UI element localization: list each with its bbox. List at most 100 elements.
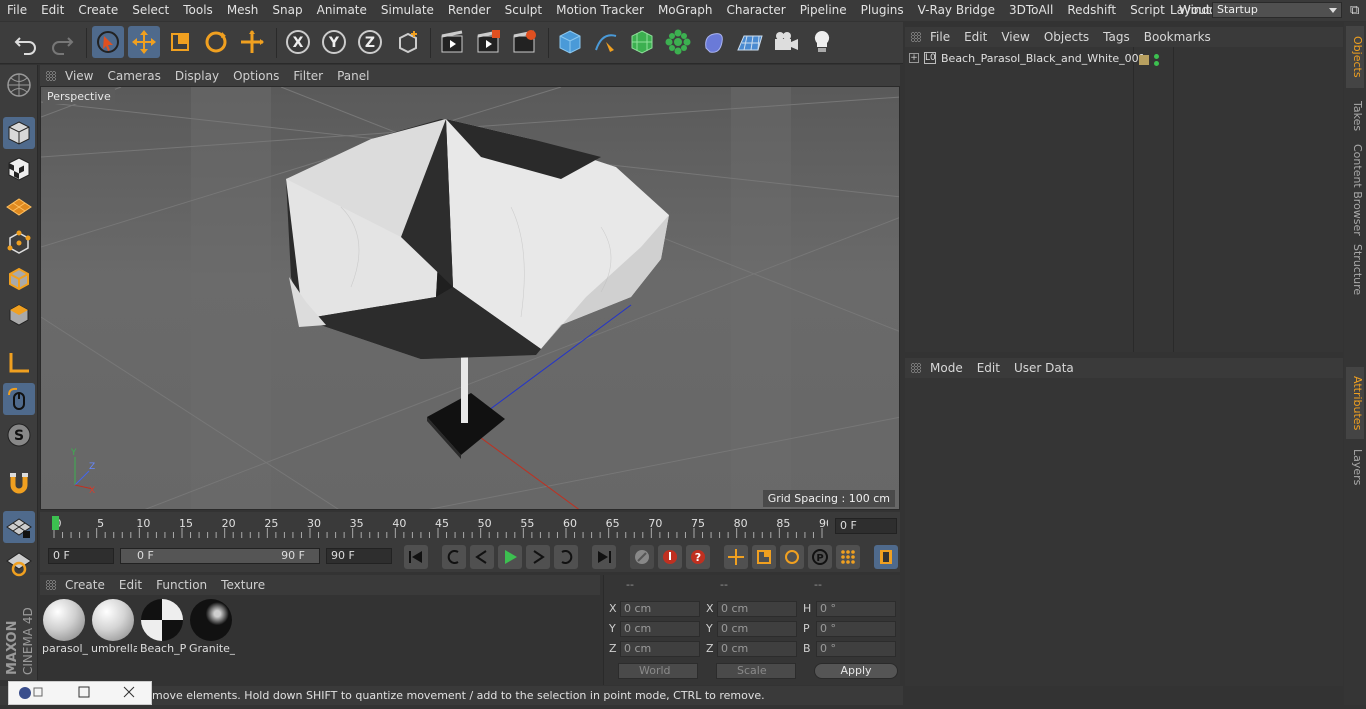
tab-objects[interactable]: Objects	[1346, 26, 1364, 88]
next-key-icon[interactable]	[554, 545, 578, 569]
tab-layers[interactable]: Layers	[1346, 442, 1364, 492]
menu-pipeline[interactable]: Pipeline	[793, 0, 854, 21]
coordinate-mode-dropdown[interactable]: World	[618, 663, 698, 679]
goto-start-icon[interactable]	[404, 545, 428, 569]
goto-end-icon[interactable]	[592, 545, 616, 569]
position-x-field[interactable]: 0 cm	[620, 601, 700, 617]
viewport-menu-view[interactable]: View	[58, 69, 100, 83]
panel-grip-icon[interactable]	[46, 580, 56, 590]
cube-icon[interactable]	[554, 26, 586, 58]
snap-icon[interactable]: S	[3, 419, 35, 451]
layout-select[interactable]: Startup	[1212, 2, 1342, 18]
grid-workplane-icon[interactable]	[3, 511, 35, 543]
floor-icon[interactable]	[734, 26, 766, 58]
model-mode-icon[interactable]	[3, 117, 35, 149]
menu-mesh[interactable]: Mesh	[220, 0, 266, 21]
workplane-mode-icon[interactable]	[3, 189, 35, 221]
object-menu-tags[interactable]: Tags	[1096, 30, 1137, 44]
pen-spline-icon[interactable]	[590, 26, 622, 58]
rotation-b-field[interactable]: 0 °	[816, 641, 896, 657]
record-disabled-icon[interactable]	[630, 545, 654, 569]
material-item[interactable]: Granite_	[189, 598, 235, 656]
material-item[interactable]: umbrella	[91, 598, 137, 656]
window-menu-icon[interactable]: ⧉	[1350, 3, 1359, 18]
apply-button[interactable]: Apply	[814, 663, 898, 679]
size-x-field[interactable]: 0 cm	[717, 601, 797, 617]
size-y-field[interactable]: 0 cm	[717, 621, 797, 637]
axis-mode-icon[interactable]	[3, 347, 35, 379]
viewport-menu-options[interactable]: Options	[226, 69, 286, 83]
camera-label[interactable]: Perspective	[43, 89, 115, 104]
size-mode-dropdown[interactable]: Scale	[716, 663, 796, 679]
points-mode-icon[interactable]	[3, 227, 35, 259]
attribute-menu-mode[interactable]: Mode	[923, 361, 970, 375]
tab-structure[interactable]: Structure	[1346, 240, 1364, 300]
render-visibility-icon[interactable]	[1154, 61, 1159, 66]
magnet-icon[interactable]	[3, 467, 35, 499]
key-parameter-icon[interactable]: P	[808, 545, 832, 569]
menu-script[interactable]: Script	[1123, 0, 1172, 21]
menu-edit[interactable]: Edit	[34, 0, 71, 21]
perspective-viewport[interactable]: Y Z X Perspective Grid Spacing : 100 cm	[40, 86, 900, 510]
start-frame-field[interactable]: 0 F	[48, 548, 114, 564]
previous-key-icon[interactable]	[442, 545, 466, 569]
z-axis-lock-icon[interactable]: Z	[354, 26, 386, 58]
tab-content-browser[interactable]: Content Browser	[1346, 144, 1364, 236]
material-item[interactable]: Beach_P	[140, 598, 186, 656]
subdivision-icon[interactable]	[626, 26, 658, 58]
viewport-menu-display[interactable]: Display	[168, 69, 226, 83]
panel-grip-icon[interactable]	[46, 70, 56, 81]
coordinate-system-icon[interactable]	[392, 26, 424, 58]
current-frame-field[interactable]: 0 F	[835, 518, 897, 534]
attribute-menu-user-data[interactable]: User Data	[1007, 361, 1081, 375]
transform-icon[interactable]	[236, 26, 268, 58]
menu-plugins[interactable]: Plugins	[854, 0, 911, 21]
menu-snap[interactable]: Snap	[265, 0, 309, 21]
layer-color-icon[interactable]	[1139, 55, 1149, 65]
end-frame-field[interactable]: 90 F	[326, 548, 392, 564]
object-menu-file[interactable]: File	[923, 30, 957, 44]
key-position-icon[interactable]	[724, 545, 748, 569]
rotate-icon[interactable]	[200, 26, 232, 58]
move-icon[interactable]	[128, 26, 160, 58]
object-menu-objects[interactable]: Objects	[1037, 30, 1096, 44]
rotation-h-field[interactable]: 0 °	[816, 601, 896, 617]
size-z-field[interactable]: 0 cm	[717, 641, 797, 657]
deformer-icon[interactable]	[698, 26, 730, 58]
menu-mograph[interactable]: MoGraph	[651, 0, 720, 21]
key-rotation-icon[interactable]	[780, 545, 804, 569]
material-menu-create[interactable]: Create	[58, 578, 112, 592]
menu-sculpt[interactable]: Sculpt	[498, 0, 549, 21]
texture-mode-icon[interactable]	[3, 153, 35, 185]
menu-animate[interactable]: Animate	[310, 0, 374, 21]
play-forward-icon[interactable]	[498, 545, 522, 569]
menu-create[interactable]: Create	[71, 0, 125, 21]
preview-range-slider[interactable]: 0 F 90 F	[120, 548, 320, 564]
tab-takes[interactable]: Takes	[1346, 92, 1364, 140]
redo-icon[interactable]	[46, 26, 78, 58]
menu-tools[interactable]: Tools	[176, 0, 220, 21]
undo-icon[interactable]	[10, 26, 42, 58]
tweak-mode-icon[interactable]	[3, 383, 35, 415]
key-scale-icon[interactable]	[752, 545, 776, 569]
object-row[interactable]: + L0 Beach_Parasol_Black_and_White_001	[905, 51, 1146, 69]
material-menu-function[interactable]: Function	[149, 578, 214, 592]
polygons-mode-icon[interactable]	[3, 299, 35, 331]
camera-icon[interactable]	[770, 26, 802, 58]
expand-icon[interactable]: +	[909, 53, 919, 63]
material-menu-texture[interactable]: Texture	[214, 578, 272, 592]
menu-motion-tracker[interactable]: Motion Tracker	[549, 0, 651, 21]
previous-frame-icon[interactable]	[470, 545, 494, 569]
position-z-field[interactable]: 0 cm	[620, 641, 700, 657]
keyframe-selection-icon[interactable]: ?	[686, 545, 710, 569]
timeline-window-icon[interactable]	[874, 545, 898, 569]
render-view-icon[interactable]	[436, 26, 468, 58]
autokey-icon[interactable]	[658, 545, 682, 569]
menu-simulate[interactable]: Simulate	[374, 0, 441, 21]
x-axis-lock-icon[interactable]: X	[282, 26, 314, 58]
render-settings-icon[interactable]	[508, 26, 540, 58]
viewport-menu-panel[interactable]: Panel	[330, 69, 376, 83]
viewport-menu-cameras[interactable]: Cameras	[100, 69, 167, 83]
object-menu-view[interactable]: View	[994, 30, 1036, 44]
object-menu-bookmarks[interactable]: Bookmarks	[1137, 30, 1218, 44]
